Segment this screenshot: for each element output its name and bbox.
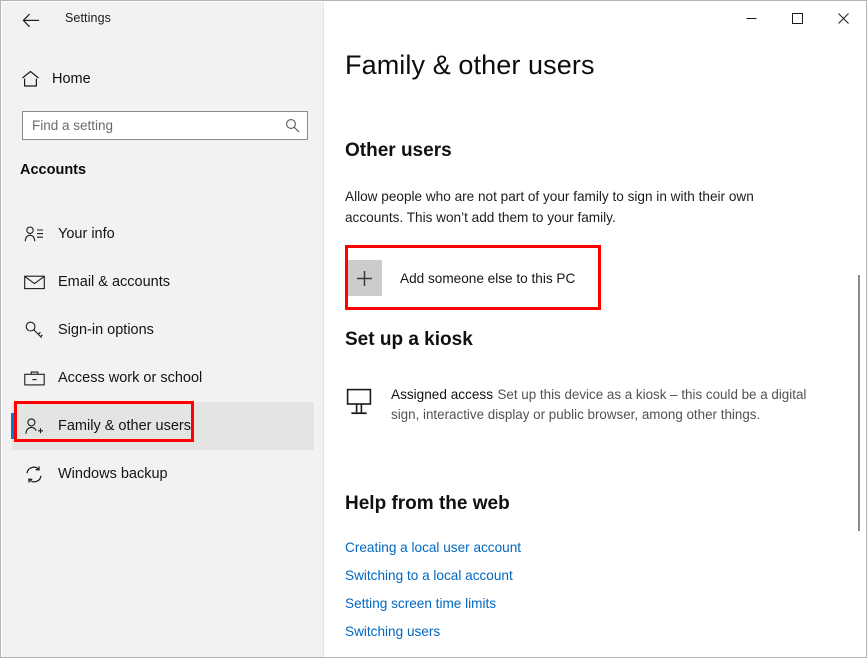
help-link-creating-local-user-account[interactable]: Creating a local user account [345, 534, 521, 562]
home-icon [12, 70, 48, 88]
minimize-button[interactable] [728, 1, 774, 36]
search-input[interactable] [23, 112, 277, 139]
sidebar-item-sign-in-options[interactable]: Sign-in options [12, 306, 314, 354]
other-users-heading: Other users [345, 140, 452, 161]
sidebar-item-access-work-school-label: Access work or school [58, 370, 203, 386]
page-title: Family & other users [345, 50, 595, 80]
window-caption-buttons [728, 1, 866, 36]
help-link-setting-screen-time-limits[interactable]: Setting screen time limits [345, 590, 521, 618]
user-add-icon [16, 417, 52, 436]
sidebar: Home Accounts You [2, 2, 324, 657]
sidebar-item-your-info-label: Your info [58, 226, 115, 242]
sync-refresh-icon [16, 465, 52, 484]
sidebar-item-sign-in-options-label: Sign-in options [58, 322, 154, 338]
content-scrollbar[interactable] [853, 37, 865, 657]
sidebar-item-windows-backup-label: Windows backup [58, 466, 168, 482]
sidebar-item-home-label: Home [52, 71, 91, 87]
app-title: Settings [65, 11, 111, 25]
help-link-switching-to-local-account[interactable]: Switching to a local account [345, 562, 521, 590]
sidebar-section-heading: Accounts [20, 162, 87, 178]
sidebar-item-family-other-users[interactable]: Family & other users [11, 402, 314, 450]
sidebar-item-your-info[interactable]: Your info [12, 210, 314, 258]
search-icon[interactable] [277, 112, 307, 139]
title-bar: Settings [1, 1, 866, 37]
sidebar-item-email-accounts-label: Email & accounts [58, 274, 171, 290]
sidebar-item-email-accounts[interactable]: Email & accounts [12, 258, 314, 306]
close-button[interactable] [820, 1, 866, 36]
maximize-button[interactable] [774, 1, 820, 36]
sidebar-nav-list: Your info Email & accounts Sign-in optio… [2, 210, 324, 498]
assigned-access-title: Assigned access [391, 387, 494, 402]
key-icon [16, 320, 52, 340]
scrollbar-thumb[interactable] [858, 275, 860, 531]
content-pane: Family & other users Other users Allow p… [324, 2, 866, 657]
help-links-list: Creating a local user account Switching … [345, 534, 521, 646]
sidebar-item-access-work-school[interactable]: Access work or school [12, 354, 314, 402]
back-arrow-icon[interactable] [9, 5, 53, 35]
plus-icon [346, 260, 382, 296]
help-link-switching-users[interactable]: Switching users [345, 618, 521, 646]
settings-window: Settings Home Find a setting Accounts Yo… [0, 0, 867, 658]
kiosk-display-icon [345, 384, 391, 418]
add-someone-else-button[interactable]: Add someone else to this PC [346, 255, 606, 301]
add-someone-else-label: Add someone else to this PC [400, 270, 576, 286]
other-users-description: Allow people who are not part of your fa… [345, 189, 754, 225]
sidebar-item-family-other-users-label: Family & other users [58, 418, 191, 434]
help-from-the-web-heading: Help from the web [345, 493, 510, 514]
briefcase-icon [16, 370, 52, 387]
sidebar-item-home[interactable]: Home [12, 62, 312, 96]
envelope-icon [16, 274, 52, 290]
sidebar-item-windows-backup[interactable]: Windows backup [12, 450, 314, 498]
kiosk-heading: Set up a kiosk [345, 329, 473, 350]
search-box[interactable] [22, 111, 308, 140]
user-info-icon [16, 225, 52, 243]
assigned-access-item[interactable]: Assigned access Set up this device as a … [345, 384, 835, 425]
assigned-access-text: Assigned access Set up this device as a … [391, 384, 835, 425]
